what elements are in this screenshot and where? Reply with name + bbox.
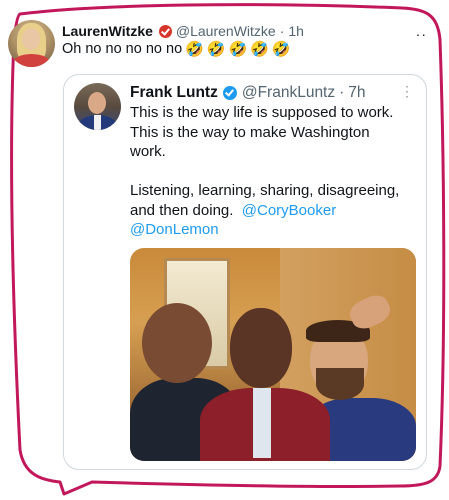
tweet-text: Oh no no no no no 🤣 🤣 🤣 🤣 🤣 (62, 40, 291, 58)
text-line: and then doing. @CoryBooker (130, 201, 420, 221)
avatar[interactable] (8, 20, 55, 67)
tweet-photo[interactable] (130, 248, 416, 461)
text-line: @DonLemon (130, 220, 420, 240)
timestamp[interactable]: 1h (288, 23, 304, 39)
verified-badge-icon (158, 24, 172, 38)
outer-tweet: LaurenWitzke @LaurenWitzke · 1h ·· Oh no… (0, 0, 449, 500)
text-line: work. (130, 143, 166, 160)
more-options-icon[interactable]: ⋮ (400, 83, 414, 100)
tweet-header: LaurenWitzke @LaurenWitzke · 1h (62, 22, 432, 40)
text-line: Listening, learning, sharing, disagreein… (130, 182, 400, 199)
more-options-icon[interactable]: ·· (416, 26, 427, 42)
display-name[interactable]: Frank Luntz (130, 84, 218, 102)
avatar[interactable] (74, 83, 121, 130)
quoted-tweet-card[interactable]: Frank Luntz @FrankLuntz · 7h ⋮ This is t… (63, 74, 427, 470)
emoji-group: 🤣 🤣 🤣 🤣 🤣 (182, 40, 290, 58)
verified-badge-icon (222, 86, 237, 100)
rolling-laughing-emoji-icon: 🤣 (250, 41, 269, 58)
rolling-laughing-emoji-icon: 🤣 (271, 41, 291, 58)
display-name[interactable]: LaurenWitzke (62, 23, 153, 39)
rolling-laughing-emoji-icon: 🤣 (185, 41, 204, 58)
separator: · (339, 84, 345, 101)
text-fragment: and then doing. (130, 201, 234, 219)
quoted-tweet-text: This is the way life is supposed to work… (130, 103, 420, 240)
separator: · (279, 23, 285, 39)
mention-link[interactable]: @DonLemon (130, 221, 219, 238)
mention-link[interactable]: @CoryBooker (242, 202, 336, 219)
quoted-tweet-header: Frank Luntz @FrankLuntz · 7h (130, 83, 366, 103)
tweet-text-content: Oh no no no no no (62, 41, 183, 57)
rolling-laughing-emoji-icon: 🤣 (206, 41, 226, 58)
timestamp[interactable]: 7h (348, 84, 365, 102)
handle[interactable]: @FrankLuntz (242, 84, 335, 102)
handle[interactable]: @LaurenWitzke (176, 23, 276, 39)
rolling-laughing-emoji-icon: 🤣 (228, 41, 248, 58)
text-line: This is the way life is supposed to work… (130, 104, 394, 121)
text-line: This is the way to make Washington (130, 123, 370, 141)
